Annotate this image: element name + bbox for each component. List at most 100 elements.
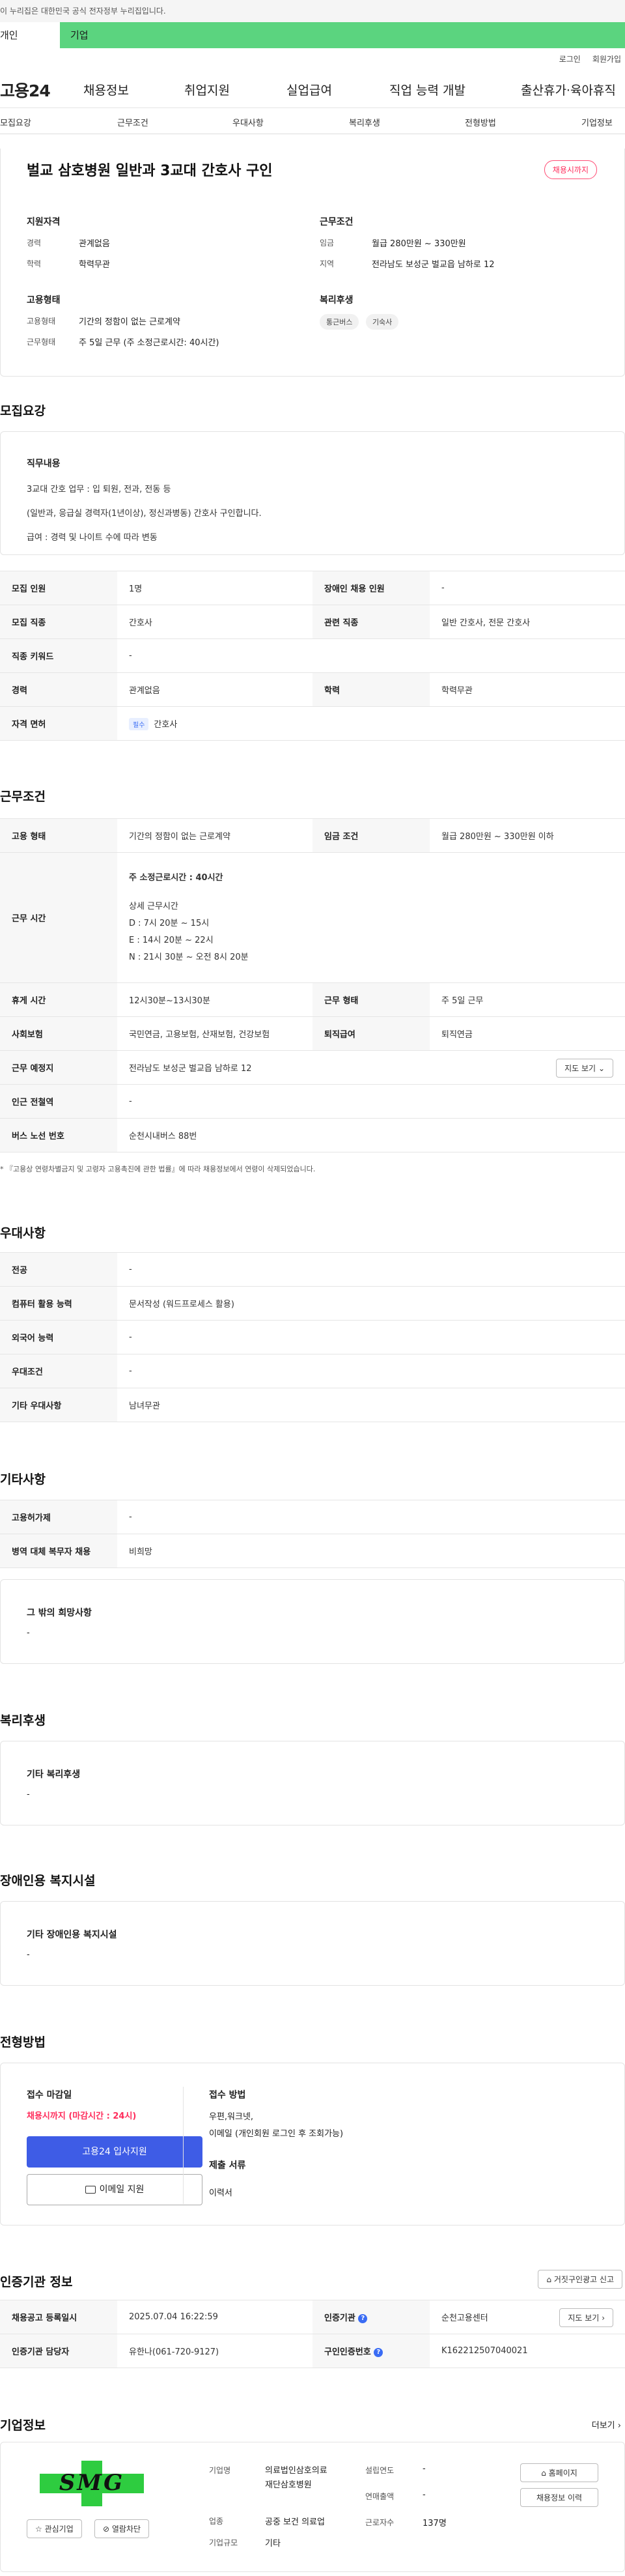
block-view-button[interactable]: ⊘ 열람차단 — [94, 2519, 150, 2538]
etc-section-title: 기타사항 — [0, 1472, 46, 1487]
email-apply-button[interactable]: 이메일 지원 — [27, 2174, 202, 2205]
table-header-cell: 우대조건 — [0, 1354, 117, 1388]
company-more-link[interactable]: 더보기 › — [592, 2418, 621, 2431]
table-row: 우대조건 - — [0, 1354, 625, 1388]
table-header-cell: 모집 직종 — [0, 605, 117, 639]
table-header-cell: 버스 노선 번호 — [0, 1118, 117, 1152]
table-cell: 12시30분~13시30분 — [117, 982, 312, 1017]
homepage-label: 홈페이지 — [548, 2469, 577, 2478]
etc-table: 고용허가제 - 병역 대체 복무자 채용 비희망 — [0, 1500, 625, 1568]
selection-card: 접수 마감일 채용시까지 (마감시간 : 24시) 고용24 입사지원 이메일 … — [0, 2063, 625, 2225]
size-label: 기업규모 — [209, 2538, 238, 2547]
signup-link[interactable]: 회원가입 — [592, 53, 621, 64]
anchor-recruit[interactable]: 모집요강 — [0, 116, 31, 128]
employees-value: 137명 — [423, 2519, 447, 2528]
work-table: 고용 형태 기간의 정함이 없는 근로계약 임금 조건 월급 280만원 ~ 3… — [0, 818, 625, 1152]
table-row: 경력 관계없음 학력 학력무관 — [0, 672, 625, 707]
gnb-menu-unemployment[interactable]: 실업급여 — [286, 81, 332, 98]
company-name-line: 재단삼호병원 — [265, 2480, 312, 2490]
company-card: SMG ☆ 관심기업 ⊘ 열람차단 기업명 의료법인삼호의료 재단삼호병원 업종… — [0, 2442, 625, 2572]
wage-value: 월급 280만원 ~ 330만원 — [372, 239, 466, 249]
table-row: 휴게 시간 12시30분~13시30분 근무 형태 주 5일 근무 — [0, 982, 625, 1017]
agency-map-button[interactable]: 지도 보기 › — [559, 2308, 613, 2327]
hours-detail-line: D : 7시 20분 ~ 15시 — [129, 918, 210, 928]
hours-cell: 주 소정근로시간 : 40시간 상세 근무시간 D : 7시 20분 ~ 15시… — [117, 852, 625, 983]
map-view-button[interactable]: 지도 보기 ⌄ — [556, 1059, 613, 1078]
table-header-cell: 학력 — [312, 672, 430, 707]
welfare-chip: 기숙사 — [365, 314, 399, 330]
welfare-chips: 통근버스 기숙사 — [320, 314, 402, 330]
anchor-pref[interactable]: 우대사항 — [232, 116, 264, 128]
table-row: 모집 직종 간호사 관련 직종 일반 간호사, 전문 간호사 — [0, 605, 625, 639]
table-cell: - — [117, 1500, 625, 1534]
divider — [183, 2087, 184, 2204]
age-law-note: * 『고용상 연령차별금지 및 고령자 고용촉진에 관한 법률』에 따라 채용정… — [0, 1165, 316, 1173]
report-fake-ad-button[interactable]: ⌂ 거짓구인광고 신고 — [538, 2270, 622, 2289]
recruit-table: 모집 인원 1명 장애인 채용 인원 - 모집 직종 간호사 관련 직종 일반 … — [0, 571, 625, 741]
gov-banner: 이 누리집은 대한민국 공식 전자정부 누리집입니다. — [0, 0, 625, 22]
edu-value: 학력무관 — [79, 260, 110, 270]
table-row: 인증기관 담당자 유한나(061-720-9127) 구인인증번호 ? K162… — [0, 2334, 625, 2368]
emp-label: 고용형태 — [27, 317, 56, 326]
pref-section-title: 우대사항 — [0, 1226, 46, 1240]
job-history-button[interactable]: 채용정보 이력 — [520, 2488, 598, 2507]
welfare-label: 기타 복리후생 — [27, 1769, 81, 1780]
company-logo: SMG — [27, 2461, 157, 2506]
welfare-chip: 통근버스 — [320, 314, 359, 330]
tab-company[interactable]: 기업 — [60, 22, 89, 48]
table-cell: 1명 — [117, 571, 312, 605]
table-header-cell: 병역 대체 복무자 채용 — [0, 1534, 117, 1568]
job-summary-card: 벌교 삼호병원 일반과 3교대 간호사 구인 채용시까지 지원자격 경력 관계없… — [0, 149, 625, 377]
table-row: 인근 전철역 - — [0, 1084, 625, 1119]
disabled-value: - — [27, 1950, 30, 1960]
anchor-work[interactable]: 근무조건 — [117, 116, 148, 128]
anchor-welfare[interactable]: 복리후생 — [349, 116, 380, 128]
docs-value: 이력서 — [209, 2188, 232, 2198]
table-header-cell: 사회보험 — [0, 1016, 117, 1051]
table-row: 모집 인원 1명 장애인 채용 인원 - — [0, 571, 625, 605]
other-wish-value: - — [27, 1628, 30, 1638]
duty-label: 직무내용 — [27, 459, 61, 469]
table-cell: 순천시내버스 88번 — [117, 1118, 625, 1152]
table-row: 컴퓨터 활용 능력 문서작성 (워드프로세스 활용) — [0, 1286, 625, 1321]
gnb-menu-jobs[interactable]: 채용정보 — [83, 81, 129, 98]
license-value: 간호사 — [154, 719, 178, 730]
home-alert-icon: ⌂ — [546, 2275, 552, 2284]
login-link[interactable]: 로그인 — [559, 53, 581, 64]
method-line: 우편,워크넷, — [209, 2112, 254, 2122]
table-cell: 2025.07.04 16:22:59 — [117, 2300, 312, 2334]
gnb-menu-training[interactable]: 직업 능력 개발 — [389, 81, 465, 98]
table-cell: 간호사 — [117, 605, 312, 639]
table-header-cell: 모집 인원 — [0, 571, 117, 605]
table-row: 외국어 능력 - — [0, 1320, 625, 1354]
table-header-cell: 인근 전철역 — [0, 1084, 117, 1119]
table-header-cell: 전공 — [0, 1252, 117, 1287]
info-icon[interactable]: ? — [358, 2313, 368, 2323]
tab-personal[interactable]: 개인 — [0, 22, 60, 48]
gnb-menu-leave[interactable]: 출산휴가·육아휴직 — [521, 81, 616, 98]
table-row: 직종 키워드 - — [0, 638, 625, 673]
anchor-company[interactable]: 기업정보 — [581, 116, 613, 128]
table-cell: 퇴직연금 — [430, 1016, 625, 1051]
recruit-section-title: 모집요강 — [0, 404, 46, 418]
table-cell: 주 5일 근무 — [430, 982, 625, 1017]
table-row: 사회보험 국민연금, 고용보험, 산재보험, 건강보험 퇴직급여 퇴직연금 — [0, 1016, 625, 1051]
hours-detail-line: E : 14시 20분 ~ 22시 — [129, 935, 214, 945]
apply-button[interactable]: 고용24 입사지원 — [27, 2136, 202, 2168]
homepage-button[interactable]: ⌂ 홈페이지 — [520, 2463, 598, 2482]
agency-table: 채용공고 등록일시 2025.07.04 16:22:59 인증기관 ? 순천고… — [0, 2300, 625, 2368]
table-header-cell: 직종 키워드 — [0, 638, 117, 673]
company-name-label: 기업명 — [209, 2466, 231, 2475]
favorite-company-button[interactable]: ☆ 관심기업 — [27, 2519, 82, 2538]
disabled-label: 기타 장애인용 복지시설 — [27, 1930, 117, 1940]
anchor-selection[interactable]: 전형방법 — [465, 116, 496, 128]
table-row: 버스 노선 번호 순천시내버스 88번 — [0, 1118, 625, 1152]
site-logo[interactable]: 고용24 — [0, 78, 77, 102]
table-cell: 국민연금, 고용보험, 산재보험, 건강보험 — [117, 1016, 312, 1051]
info-icon[interactable]: ? — [374, 2347, 383, 2357]
gnb-menu-employment-support[interactable]: 취업지원 — [184, 81, 230, 98]
table-cell: 유한나(061-720-9127) — [117, 2334, 312, 2368]
hours-week-text: 주 소정근로시간 : 40시간 — [129, 872, 223, 883]
user-type-tabs: 개인 기업 — [0, 22, 625, 48]
table-header-cell: 채용공고 등록일시 — [0, 2300, 117, 2334]
